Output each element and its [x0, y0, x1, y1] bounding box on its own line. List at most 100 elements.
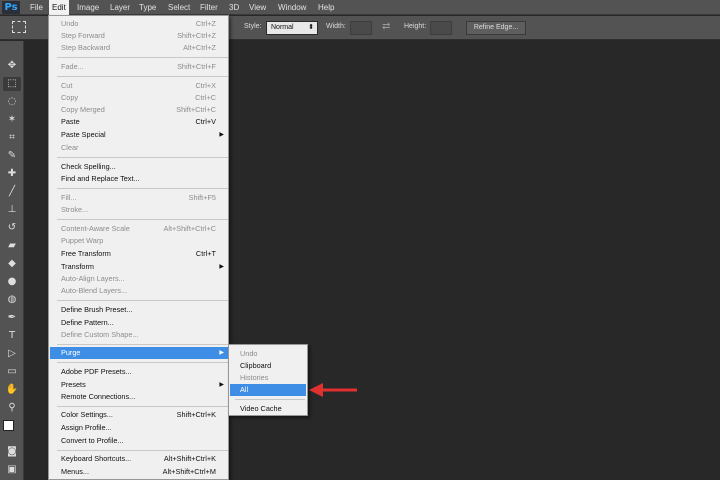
- menu-type[interactable]: Type: [136, 0, 159, 15]
- purge-item-video-cache[interactable]: Video Cache: [230, 403, 306, 415]
- menu-separator: [57, 57, 228, 58]
- menu-separator: [57, 76, 228, 77]
- menu-item-step-forward[interactable]: Step Forward Shift+Ctrl+Z: [50, 30, 228, 42]
- menu-item-adobe-pdf-presets[interactable]: Adobe PDF Presets...: [50, 366, 228, 378]
- eyedropper-tool-icon[interactable]: ✎: [3, 149, 21, 163]
- menu-item-fill[interactable]: Fill... Shift+F5: [50, 192, 228, 204]
- menu-item-find-replace[interactable]: Find and Replace Text...: [50, 173, 228, 185]
- style-select[interactable]: Normal: [266, 21, 318, 35]
- menu-separator: [57, 344, 228, 345]
- menu-item-assign-profile[interactable]: Assign Profile...: [50, 422, 228, 434]
- menu-item-fade[interactable]: Fade... Shift+Ctrl+F: [50, 61, 228, 73]
- paint-bucket-tool-icon[interactable]: ◆: [3, 257, 21, 271]
- crop-tool-icon[interactable]: ⌗: [3, 131, 21, 145]
- marquee-tool-icon[interactable]: ⬚: [3, 77, 21, 91]
- menu-separator: [57, 300, 228, 301]
- menu-separator: [57, 450, 228, 451]
- menu-bar: Ps File Edit Image Layer Type Select Fil…: [0, 0, 720, 15]
- quick-mask-icon[interactable]: ◙: [3, 445, 21, 459]
- menu-item-auto-align-layers[interactable]: Auto-Align Layers...: [50, 273, 228, 285]
- menu-filter[interactable]: Filter: [197, 0, 221, 15]
- submenu-arrow-icon: ▶: [219, 132, 224, 138]
- menu-item-purge[interactable]: Purge ▶: [50, 347, 228, 359]
- submenu-arrow-icon: ▶: [219, 382, 224, 388]
- screen-mode-icon[interactable]: ▣: [3, 463, 21, 477]
- menu-separator: [57, 157, 228, 158]
- shape-tool-icon[interactable]: ▭: [3, 365, 21, 379]
- edit-menu: Undo Ctrl+Z Step Forward Shift+Ctrl+Z Step…: [48, 15, 229, 480]
- annotation-arrow-icon: [309, 383, 357, 397]
- history-brush-tool-icon[interactable]: ↺: [3, 221, 21, 235]
- menu-item-transform[interactable]: Transform ▶: [50, 261, 228, 273]
- refine-edge-button[interactable]: Refine Edge...: [466, 21, 526, 35]
- brush-tool-icon[interactable]: ╱: [3, 185, 21, 199]
- menu-item-paste-special[interactable]: Paste Special ▶: [50, 129, 228, 141]
- purge-item-clipboard[interactable]: Clipboard: [230, 360, 306, 372]
- width-label: Width:: [326, 23, 346, 30]
- menu-item-presets[interactable]: Presets ▶: [50, 379, 228, 391]
- menu-item-content-aware-scale[interactable]: Content-Aware Scale Alt+Shift+Ctrl+C: [50, 223, 228, 235]
- menu-item-color-settings[interactable]: Color Settings... Shift+Ctrl+K: [50, 409, 228, 421]
- swap-icon[interactable]: ⇄: [382, 21, 390, 32]
- purge-submenu: Undo Clipboard Histories All Video Cache: [228, 344, 308, 416]
- eraser-tool-icon[interactable]: ▰: [3, 239, 21, 253]
- submenu-arrow-icon: ▶: [219, 264, 224, 270]
- photoshop-logo: Ps: [2, 1, 20, 14]
- menu-help[interactable]: Help: [315, 0, 337, 15]
- menu-item-step-backward[interactable]: Step Backward Alt+Ctrl+Z: [50, 42, 228, 54]
- menu-separator: [57, 188, 228, 189]
- menu-window[interactable]: Window: [275, 0, 309, 15]
- menu-item-define-brush-preset[interactable]: Define Brush Preset...: [50, 304, 228, 316]
- menu-item-define-custom-shape[interactable]: Define Custom Shape...: [50, 329, 228, 341]
- zoom-tool-icon[interactable]: ⚲: [3, 401, 21, 415]
- lasso-tool-icon[interactable]: ◌: [3, 95, 21, 109]
- menu-item-copy-merged[interactable]: Copy Merged Shift+Ctrl+C: [50, 104, 228, 116]
- menu-item-cut[interactable]: Cut Ctrl+X: [50, 80, 228, 92]
- move-tool-icon[interactable]: ✥: [3, 59, 21, 73]
- width-field[interactable]: [350, 21, 372, 35]
- rectangular-marquee-icon[interactable]: [12, 21, 26, 33]
- menu-item-copy[interactable]: Copy Ctrl+C: [50, 92, 228, 104]
- menu-separator: [57, 406, 228, 407]
- menu-view[interactable]: View: [246, 0, 269, 15]
- clone-stamp-tool-icon[interactable]: ⊥: [3, 203, 21, 217]
- menu-item-menus[interactable]: Menus... Alt+Shift+Ctrl+M: [50, 466, 228, 478]
- dodge-tool-icon[interactable]: ◍: [3, 293, 21, 307]
- magic-wand-tool-icon[interactable]: ✶: [3, 113, 21, 127]
- menu-image[interactable]: Image: [74, 0, 102, 15]
- menu-item-auto-blend-layers[interactable]: Auto-Blend Layers...: [50, 285, 228, 297]
- menu-item-clear[interactable]: Clear: [50, 142, 228, 154]
- menu-separator: [57, 219, 228, 220]
- menu-item-paste[interactable]: Paste Ctrl+V: [50, 116, 228, 128]
- blur-tool-icon[interactable]: ●: [3, 275, 21, 289]
- menu-layer[interactable]: Layer: [107, 0, 133, 15]
- menu-item-check-spelling[interactable]: Check Spelling...: [50, 161, 228, 173]
- menu-item-puppet-warp[interactable]: Puppet Warp: [50, 235, 228, 247]
- type-tool-icon[interactable]: T: [3, 329, 21, 343]
- hand-tool-icon[interactable]: ✋: [3, 383, 21, 397]
- path-selection-tool-icon[interactable]: ▷: [3, 347, 21, 361]
- menu-item-convert-to-profile[interactable]: Convert to Profile...: [50, 435, 228, 447]
- healing-brush-tool-icon[interactable]: ✚: [3, 167, 21, 181]
- pen-tool-icon[interactable]: ✒: [3, 311, 21, 325]
- menu-select[interactable]: Select: [165, 0, 193, 15]
- menu-item-remote-connections[interactable]: Remote Connections...: [50, 391, 228, 403]
- submenu-arrow-icon: ▶: [219, 350, 224, 356]
- purge-item-undo[interactable]: Undo: [230, 348, 306, 360]
- purge-item-histories[interactable]: Histories: [230, 372, 306, 384]
- menu-separator: [235, 399, 305, 400]
- height-field[interactable]: [430, 21, 452, 35]
- menu-3d[interactable]: 3D: [226, 0, 242, 15]
- menu-file[interactable]: File: [27, 0, 46, 15]
- toolbox: ✥ ⬚ ◌ ✶ ⌗ ✎ ✚ ╱ ⊥ ↺ ▰ ◆ ● ◍ ✒ T ▷ ▭ ✋ ⚲ …: [0, 41, 24, 480]
- menu-item-undo[interactable]: Undo Ctrl+Z: [50, 18, 228, 30]
- foreground-color-swatch[interactable]: [3, 420, 14, 431]
- purge-item-all[interactable]: All: [230, 384, 306, 396]
- style-label: Style:: [244, 23, 262, 30]
- menu-edit[interactable]: Edit: [49, 0, 69, 15]
- menu-item-free-transform[interactable]: Free Transform Ctrl+T: [50, 248, 228, 260]
- menu-item-keyboard-shortcuts[interactable]: Keyboard Shortcuts... Alt+Shift+Ctrl+K: [50, 453, 228, 465]
- menu-item-define-pattern[interactable]: Define Pattern...: [50, 317, 228, 329]
- menu-separator: [57, 362, 228, 363]
- menu-item-stroke[interactable]: Stroke...: [50, 204, 228, 216]
